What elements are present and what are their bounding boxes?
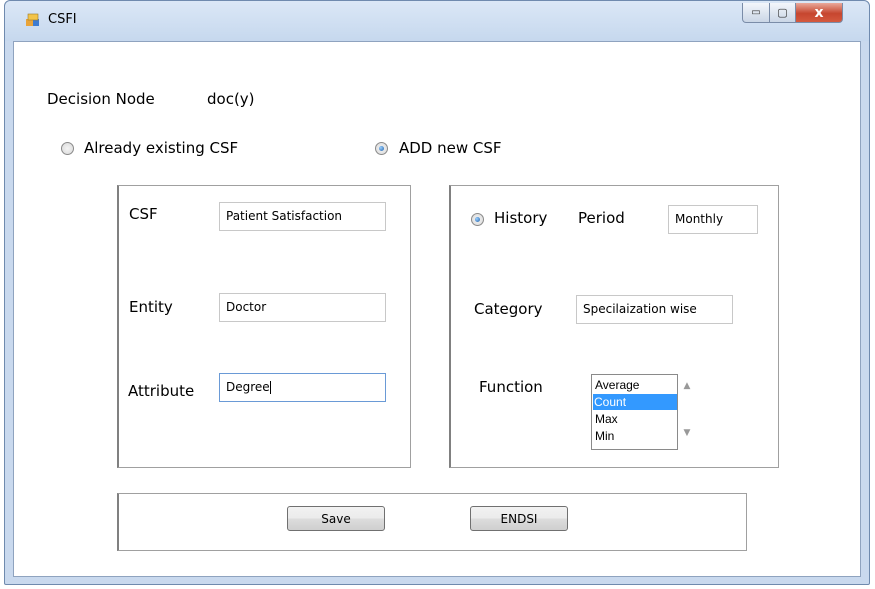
app-icon	[26, 13, 39, 26]
function-listbox[interactable]: Average Count Max Min	[591, 374, 678, 450]
window-title: CSFI	[48, 12, 77, 27]
save-button[interactable]: Save	[287, 506, 385, 531]
endsi-button[interactable]: ENDSI	[470, 506, 568, 531]
history-label: History	[494, 209, 548, 227]
maximize-icon: ▢	[777, 6, 788, 19]
minimize-button[interactable]: ▭	[742, 3, 770, 23]
radio-circle[interactable]	[471, 213, 484, 226]
function-label: Function	[479, 378, 543, 396]
attribute-value: Degree	[226, 380, 270, 394]
radio-circle[interactable]	[61, 142, 74, 155]
attribute-label: Attribute	[128, 382, 195, 400]
maximize-button[interactable]: ▢	[769, 3, 796, 23]
title-bar[interactable]: CSFI ▭ ▢ x	[5, 1, 869, 41]
scroll-up-arrow-icon[interactable]: ▲	[678, 381, 696, 395]
close-icon: x	[814, 4, 824, 21]
scroll-down-arrow-icon[interactable]: ▼	[678, 428, 696, 442]
function-option-min[interactable]: Min	[594, 428, 676, 444]
close-button[interactable]: x	[795, 3, 843, 23]
csf-input[interactable]: Patient Satisfaction	[219, 202, 386, 231]
function-option-max[interactable]: Max	[594, 411, 676, 427]
csf-label: CSF	[129, 205, 158, 223]
function-option-count[interactable]: Count	[593, 394, 677, 410]
entity-label: Entity	[129, 298, 173, 316]
entity-input[interactable]: Doctor	[219, 293, 386, 322]
category-label: Category	[474, 300, 543, 318]
decision-node-label: Decision Node	[47, 90, 155, 108]
period-input[interactable]: Monthly	[668, 205, 758, 234]
radio-label: Already existing CSF	[84, 139, 239, 157]
category-input[interactable]: Specilaization wise	[576, 295, 733, 324]
function-option-average[interactable]: Average	[594, 377, 676, 393]
actions-panel	[117, 493, 747, 551]
decision-node-value: doc(y)	[207, 90, 255, 108]
text-caret	[269, 381, 271, 394]
minimize-icon: ▭	[751, 7, 761, 18]
period-label: Period	[578, 209, 625, 227]
radio-label: ADD new CSF	[399, 139, 502, 157]
radio-circle[interactable]	[375, 142, 388, 155]
attribute-input[interactable]: Degree	[219, 373, 386, 402]
